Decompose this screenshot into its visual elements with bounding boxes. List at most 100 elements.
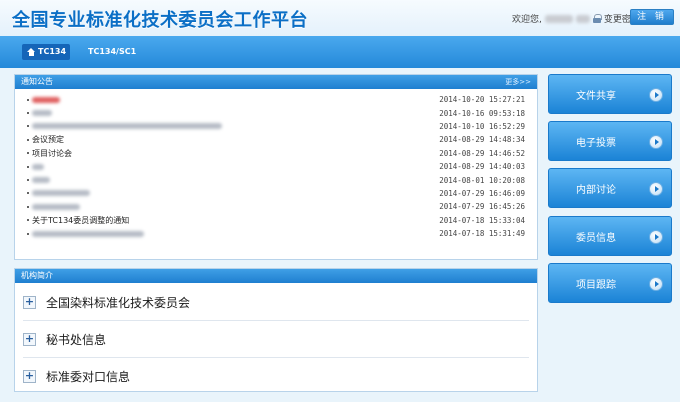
arrow-right-icon	[649, 88, 663, 102]
bullet-icon	[27, 165, 29, 168]
notice-link[interactable]	[27, 190, 90, 197]
obscured-title	[32, 96, 60, 103]
site-title: 全国专业标准化技术委员会工作平台	[12, 10, 308, 31]
bullet-icon	[27, 138, 29, 141]
notice-link[interactable]: 会议预定	[27, 134, 64, 145]
member-info-button[interactable]: 委员信息	[548, 216, 672, 256]
notice-link[interactable]	[27, 177, 50, 184]
org-item-committee[interactable]: + 全国染料标准化技术委员会	[23, 291, 529, 321]
notice-panel: 通知公告 更多>> 2014-10-20 15:27:21 2014-10-16…	[14, 74, 538, 260]
side-button-label: 电子投票	[576, 138, 616, 149]
side-button-label: 内部讨论	[576, 185, 616, 196]
user-name-obscured	[544, 14, 573, 23]
notice-link[interactable]	[27, 110, 52, 117]
obscured-title	[32, 230, 144, 237]
notice-link[interactable]: 项目讨论会	[27, 148, 72, 159]
plus-icon: +	[23, 294, 36, 309]
internal-discussion-button[interactable]: 内部讨论	[548, 168, 672, 208]
bullet-icon	[27, 152, 29, 155]
side-button-label: 文件共享	[576, 91, 616, 102]
bullet-icon	[27, 179, 29, 182]
list-item: 2014-07-18 15:31:49	[27, 227, 525, 240]
home-icon	[27, 47, 36, 57]
notice-date: 2014-10-20 15:27:21	[439, 95, 525, 105]
bullet-icon	[27, 112, 29, 115]
tab-tc134-sc1[interactable]: TC134/SC1	[88, 44, 136, 60]
side-button-label: 委员信息	[576, 233, 616, 244]
arrow-right-icon	[649, 135, 663, 149]
bullet-icon	[27, 205, 29, 208]
notice-heading: 通知公告	[21, 77, 53, 86]
notice-date: 2014-08-29 14:46:52	[439, 148, 525, 158]
top-header: 全国专业标准化技术委员会工作平台 欢迎您, 变更密码 注 销	[0, 0, 680, 36]
list-item: 2014-08-01 10:20:08	[27, 173, 525, 186]
tab-label: TC134	[38, 47, 67, 56]
lock-icon	[592, 14, 602, 23]
plus-icon: +	[23, 368, 36, 383]
list-item: 2014-07-29 16:45:26	[27, 200, 525, 213]
welcome-area: 欢迎您, 变更密码	[512, 12, 640, 25]
list-item: 2014-10-20 15:27:21	[27, 93, 525, 106]
org-item-label: 标准委对口信息	[46, 369, 131, 384]
list-item: 关于TC134委员调整的通知 2014-07-18 15:33:04	[27, 214, 525, 227]
arrow-right-icon	[649, 230, 663, 244]
list-item: 项目讨论会 2014-08-29 14:46:52	[27, 147, 525, 160]
notice-link[interactable]	[27, 203, 80, 210]
list-item: 2014-10-16 09:53:18	[27, 106, 525, 119]
obscured-title	[32, 190, 90, 197]
notice-list: 2014-10-20 15:27:21 2014-10-16 09:53:18 …	[15, 89, 537, 240]
notice-date: 2014-07-29 16:46:09	[439, 188, 525, 198]
notice-date: 2014-08-29 14:40:03	[439, 162, 525, 172]
list-item: 2014-08-29 14:40:03	[27, 160, 525, 173]
notice-date: 2014-07-18 15:33:04	[439, 215, 525, 225]
user-role-obscured	[575, 14, 590, 23]
org-item-label: 全国染料标准化技术委员会	[46, 295, 191, 310]
project-tracking-button[interactable]: 项目跟踪	[548, 263, 672, 303]
obscured-title	[32, 110, 52, 117]
bullet-icon	[27, 125, 29, 128]
bullet-icon	[27, 219, 29, 222]
notice-panel-header: 通知公告 更多>>	[15, 75, 537, 89]
obscured-title	[32, 177, 50, 184]
org-panel: 机构简介 + 全国染料标准化技术委员会 + 秘书处信息 + 标准委对口信息	[14, 268, 538, 392]
bullet-icon	[27, 232, 29, 235]
org-item-counterpart[interactable]: + 标准委对口信息	[23, 365, 529, 387]
notice-date: 2014-08-01 10:20:08	[439, 175, 525, 185]
nav-bar: TC134 TC134/SC1	[0, 36, 680, 68]
org-item-secretariat[interactable]: + 秘书处信息	[23, 328, 529, 358]
obscured-title	[32, 203, 80, 210]
bullet-icon	[27, 98, 29, 101]
bullet-icon	[27, 192, 29, 195]
side-button-label: 项目跟踪	[576, 280, 616, 291]
notice-link[interactable]: 关于TC134委员调整的通知	[27, 215, 129, 226]
welcome-text: 欢迎您,	[512, 15, 542, 25]
plus-icon: +	[23, 331, 36, 346]
notice-link[interactable]	[27, 123, 222, 130]
obscured-title	[32, 163, 44, 170]
org-panel-header: 机构简介	[15, 269, 537, 283]
notice-link[interactable]	[27, 163, 44, 170]
logout-button[interactable]: 注 销	[630, 9, 674, 25]
notice-date: 2014-10-10 16:52:29	[439, 121, 525, 131]
arrow-right-icon	[649, 182, 663, 196]
org-item-label: 秘书处信息	[46, 332, 107, 347]
notice-link[interactable]	[27, 96, 60, 103]
org-heading: 机构简介	[21, 271, 53, 280]
file-share-button[interactable]: 文件共享	[548, 74, 672, 114]
list-item: 2014-10-10 16:52:29	[27, 120, 525, 133]
e-vote-button[interactable]: 电子投票	[548, 121, 672, 161]
notice-date: 2014-07-18 15:31:49	[439, 229, 525, 239]
notice-title-text: 关于TC134委员调整的通知	[32, 215, 130, 225]
notice-title-text: 项目讨论会	[32, 148, 72, 158]
list-item: 会议预定 2014-08-29 14:48:34	[27, 133, 525, 146]
notice-date: 2014-10-16 09:53:18	[439, 108, 525, 118]
tab-tc134[interactable]: TC134	[22, 44, 70, 60]
notice-date: 2014-07-29 16:45:26	[439, 202, 525, 212]
more-link[interactable]: 更多>>	[505, 75, 531, 89]
list-item: 2014-07-29 16:46:09	[27, 187, 525, 200]
notice-link[interactable]	[27, 230, 144, 237]
notice-title-text: 会议预定	[32, 135, 64, 145]
arrow-right-icon	[649, 277, 663, 291]
obscured-title	[32, 123, 222, 130]
notice-date: 2014-08-29 14:48:34	[439, 135, 525, 145]
